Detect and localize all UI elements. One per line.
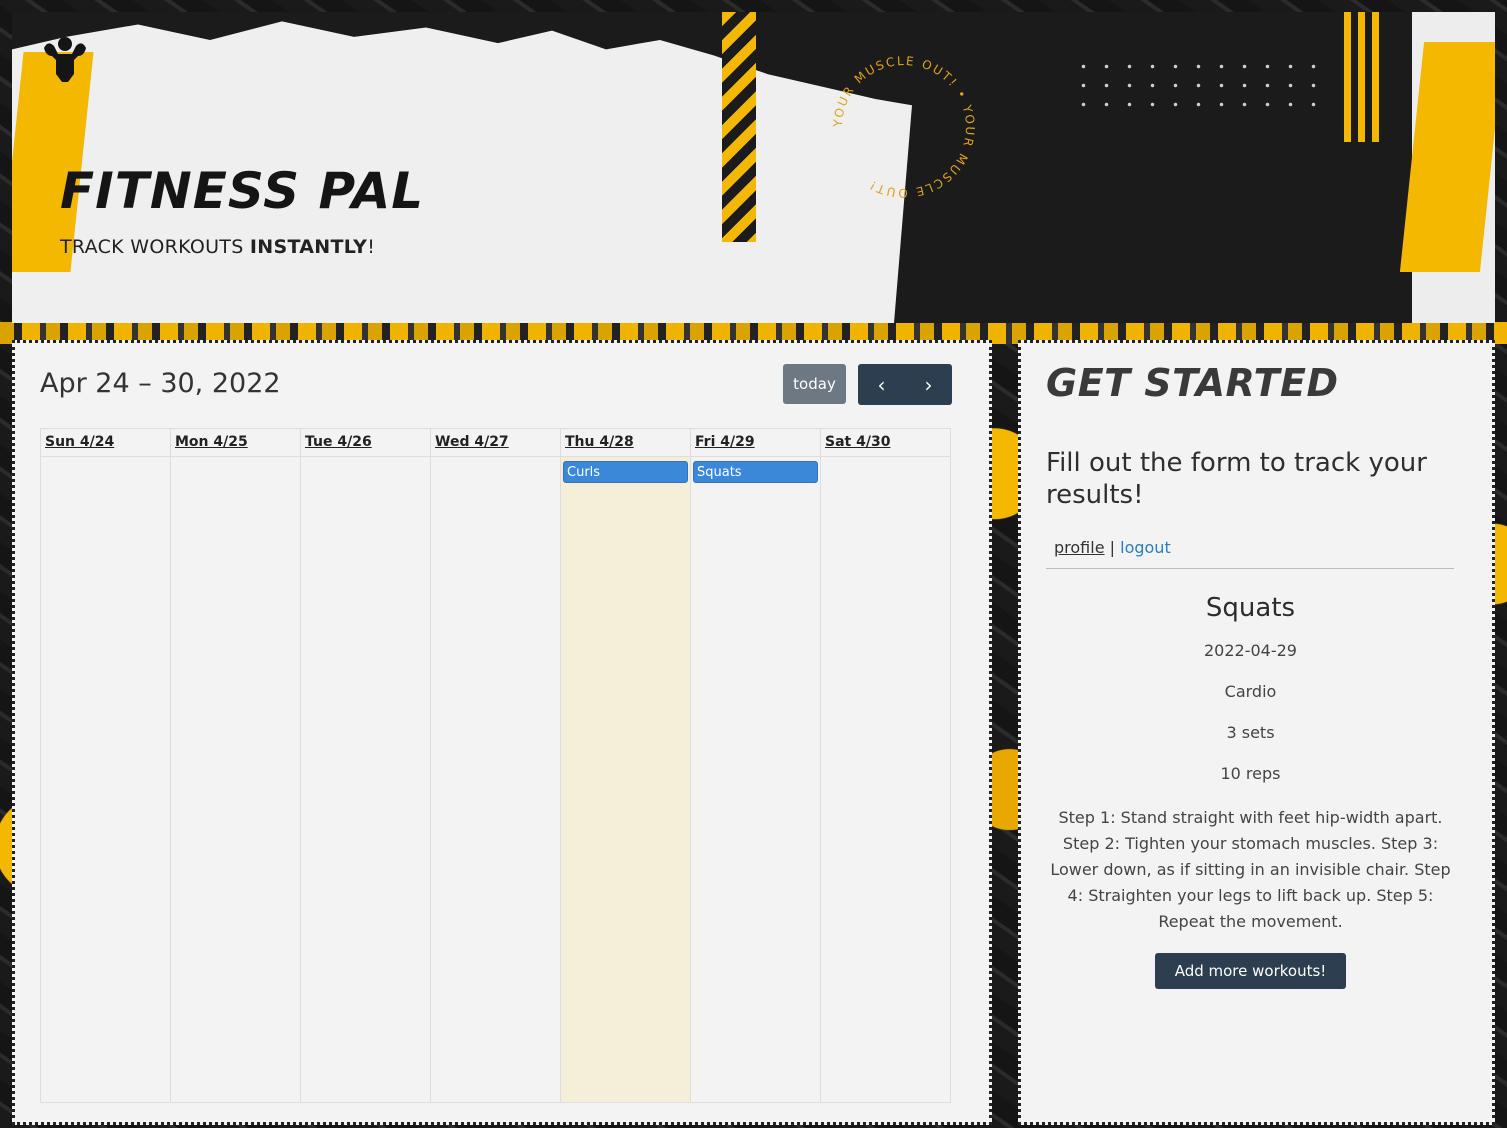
day-header[interactable]: Sun 4/24 bbox=[41, 429, 170, 457]
account-links: profile | logout bbox=[1054, 538, 1171, 557]
form-subheading: Fill out the form to track your results! bbox=[1046, 448, 1427, 510]
dot-grid-decoration bbox=[1072, 57, 1322, 107]
day-column[interactable]: Sun 4/24 bbox=[41, 429, 171, 1102]
today-button[interactable]: today bbox=[783, 364, 846, 404]
add-workouts-button[interactable]: Add more workouts! bbox=[1154, 953, 1347, 989]
day-header[interactable]: Mon 4/25 bbox=[171, 429, 300, 457]
tagline-end: ! bbox=[367, 236, 376, 258]
get-started-heading: GET STARTED bbox=[1046, 361, 1339, 405]
next-week-button[interactable]: › bbox=[905, 364, 952, 405]
profile-link[interactable]: profile bbox=[1054, 538, 1105, 557]
day-header[interactable]: Sat 4/30 bbox=[821, 429, 950, 457]
logout-link[interactable]: logout bbox=[1120, 538, 1171, 557]
day-column[interactable]: Fri 4/29 Squats bbox=[691, 429, 821, 1102]
hazard-stripe-decoration bbox=[722, 12, 756, 242]
header-banner: YOUR MUSCLE OUT! • YOUR MUSCLE OUT! FITN… bbox=[12, 12, 1495, 323]
sidebar-panel: GET STARTED Fill out the form to track y… bbox=[1018, 340, 1495, 1125]
day-column[interactable]: Wed 4/27 bbox=[431, 429, 561, 1102]
day-header[interactable]: Fri 4/29 bbox=[691, 429, 820, 457]
day-header[interactable]: Tue 4/26 bbox=[301, 429, 430, 457]
event-squats[interactable]: Squats bbox=[693, 461, 818, 483]
prev-week-button[interactable]: ‹ bbox=[858, 364, 905, 405]
divider bbox=[1046, 568, 1454, 569]
vertical-stripes-decoration bbox=[1344, 12, 1382, 142]
day-column-today[interactable]: Thu 4/28 Curls bbox=[561, 429, 691, 1102]
day-column[interactable]: Mon 4/25 bbox=[171, 429, 301, 1102]
day-header[interactable]: Wed 4/27 bbox=[431, 429, 560, 457]
day-header[interactable]: Thu 4/28 bbox=[561, 429, 690, 457]
tagline: TRACK WORKOUTS INSTANTLY! bbox=[60, 236, 375, 258]
nav-button-group: ‹ › bbox=[858, 364, 952, 405]
link-separator: | bbox=[1109, 538, 1116, 557]
muscle-logo-icon bbox=[44, 37, 86, 82]
circle-text: YOUR MUSCLE OUT! • YOUR MUSCLE OUT! bbox=[831, 54, 975, 200]
tagline-text: TRACK WORKOUTS bbox=[60, 236, 250, 258]
calendar-title: Apr 24 – 30, 2022 bbox=[40, 368, 281, 399]
svg-text:YOUR MUSCLE OUT! • YOUR MUSCLE: YOUR MUSCLE OUT! • YOUR MUSCLE OUT! bbox=[831, 54, 977, 200]
tagline-bold: INSTANTLY bbox=[249, 236, 368, 258]
day-column[interactable]: Sat 4/30 bbox=[821, 429, 950, 1102]
calendar-panel: Apr 24 – 30, 2022 today ‹ › Sun 4/24 Mon… bbox=[12, 340, 992, 1125]
event-curls[interactable]: Curls bbox=[563, 461, 688, 483]
workout-date: 2022-04-29 bbox=[1204, 641, 1297, 660]
chevron-left-icon: ‹ bbox=[877, 372, 886, 397]
chevron-right-icon: › bbox=[924, 372, 933, 397]
workout-name: Squats bbox=[1205, 593, 1296, 623]
circle-text-decoration: YOUR MUSCLE OUT! • YOUR MUSCLE OUT! bbox=[831, 54, 977, 200]
day-column[interactable]: Tue 4/26 bbox=[301, 429, 431, 1102]
workout-type: Cardio bbox=[1224, 682, 1277, 701]
workout-sets: 3 sets bbox=[1226, 723, 1275, 742]
week-grid: Sun 4/24 Mon 4/25 Tue 4/26 Wed 4/27 Thu … bbox=[40, 428, 951, 1103]
workout-description: Step 1: Stand straight with feet hip-wid… bbox=[1050, 808, 1451, 931]
workout-details: Squats 2022-04-29 Cardio 3 sets 10 reps … bbox=[1043, 593, 1458, 989]
workout-reps: 10 reps bbox=[1220, 764, 1281, 783]
brand-title: FITNESS PAL bbox=[60, 162, 425, 220]
